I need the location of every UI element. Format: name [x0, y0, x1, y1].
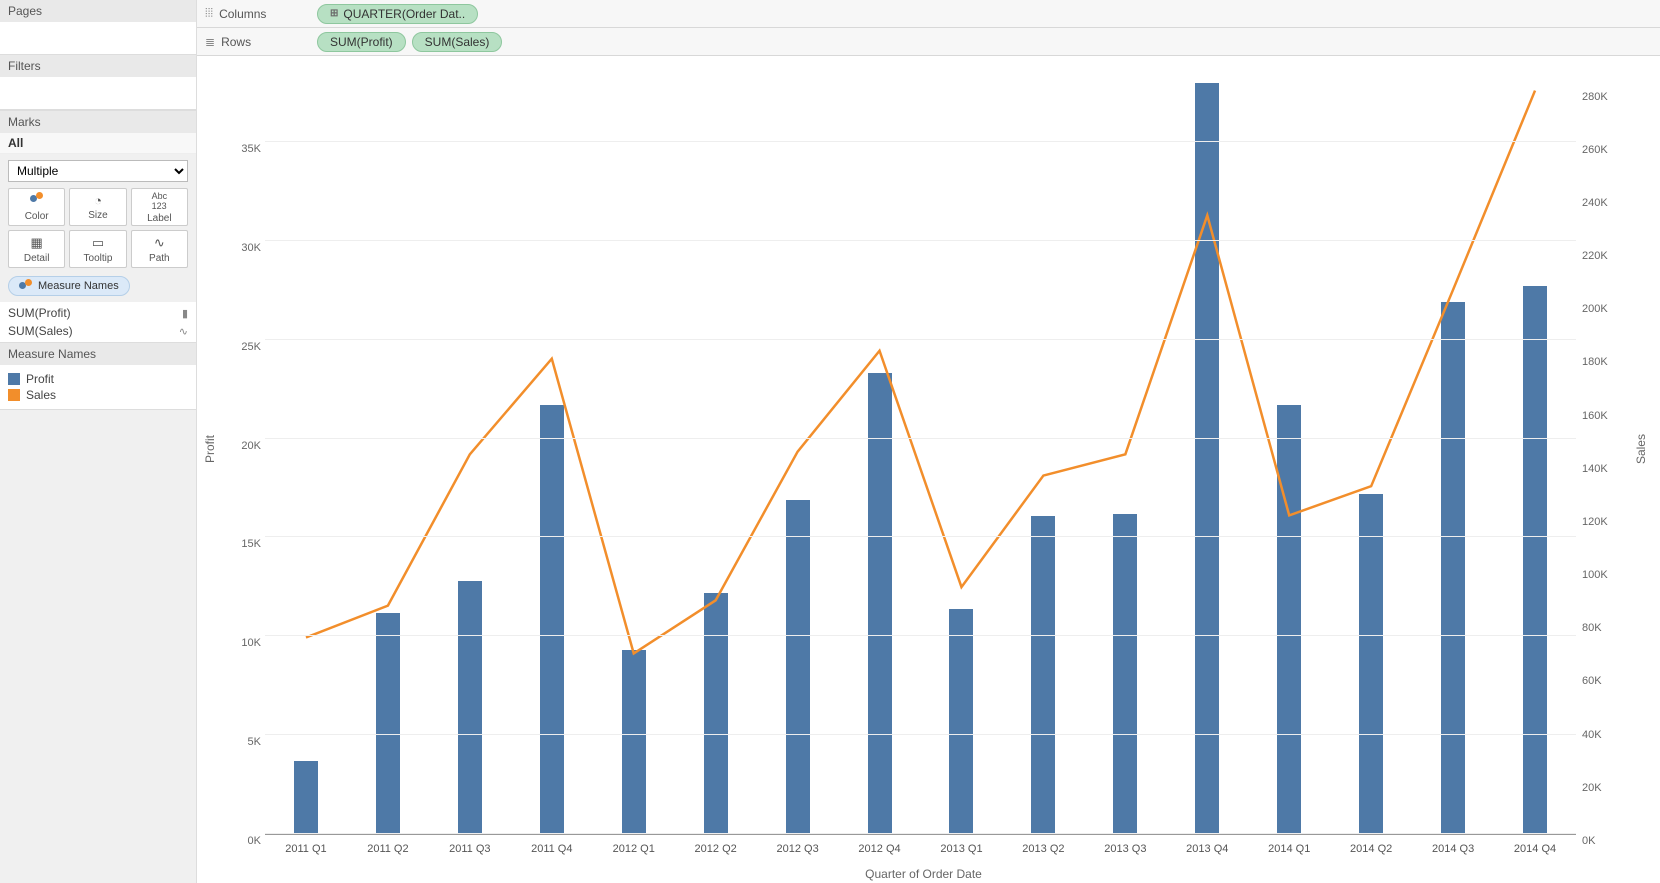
- bar-icon: ▮: [182, 307, 188, 320]
- y-right-tick: 140K: [1582, 463, 1608, 475]
- columns-icon: ⦙⦙⦙: [205, 6, 213, 21]
- x-tick: 2013 Q4: [1186, 843, 1228, 855]
- measure-sales-row[interactable]: SUM(Sales) ∿: [0, 322, 196, 340]
- measure-list: SUM(Profit) ▮ SUM(Sales) ∿: [0, 302, 196, 342]
- y-left-axis-title: Profit: [201, 435, 219, 463]
- line-icon: ∿: [179, 325, 188, 338]
- marks-path-button[interactable]: ∿ Path: [131, 230, 188, 268]
- columns-shelf[interactable]: ⦙⦙⦙ Columns ⊞QUARTER(Order Dat..: [197, 0, 1660, 28]
- marks-size-button[interactable]: ◔ Size: [69, 188, 126, 226]
- x-axis-title: Quarter of Order Date: [865, 867, 982, 881]
- mark-type-select[interactable]: Multiple: [8, 160, 188, 182]
- marks-panel: Marks All Multiple Color ◔ Size Abc123 L…: [0, 110, 196, 343]
- legend-panel: Measure Names Profit Sales: [0, 343, 196, 410]
- y-left-tick: 20K: [241, 440, 261, 452]
- size-icon: ◔: [94, 193, 102, 208]
- y-left-tick: 10K: [241, 637, 261, 649]
- x-tick: 2014 Q4: [1514, 843, 1556, 855]
- shelf-pill[interactable]: ⊞QUARTER(Order Dat..: [317, 4, 478, 24]
- y-right-tick: 160K: [1582, 410, 1608, 422]
- chart-container: Profit 0K5K10K15K20K25K30K35K 0K20K40K60…: [197, 56, 1660, 839]
- y-left-tick: 25K: [241, 341, 261, 353]
- x-tick: 2012 Q4: [858, 843, 900, 855]
- y-right-tick: 200K: [1582, 303, 1608, 315]
- x-tick: 2014 Q2: [1350, 843, 1392, 855]
- x-tick: 2012 Q1: [613, 843, 655, 855]
- y-right-axis: 0K20K40K60K80K100K120K140K160K180K200K22…: [1576, 64, 1632, 835]
- x-tick: 2014 Q3: [1432, 843, 1474, 855]
- filters-body[interactable]: [0, 77, 196, 109]
- legend-swatch-profit: [8, 373, 20, 385]
- x-axis: Quarter of Order Date 2011 Q1 2011 Q2 2011…: [247, 839, 1600, 883]
- y-right-tick: 280K: [1582, 91, 1608, 103]
- palette-icon: [19, 279, 33, 293]
- x-tick: 2011 Q2: [367, 843, 408, 855]
- y-left-tick: 30K: [241, 242, 261, 254]
- filters-panel: Filters: [0, 55, 196, 110]
- label-icon: Abc123: [152, 191, 168, 211]
- x-tick: 2013 Q1: [940, 843, 982, 855]
- y-right-tick: 100K: [1582, 569, 1608, 581]
- marks-header: Marks: [0, 110, 196, 133]
- marks-tooltip-button[interactable]: ▭ Tooltip: [69, 230, 126, 268]
- sales-line[interactable]: [306, 91, 1535, 654]
- legend-item-profit[interactable]: Profit: [8, 371, 188, 387]
- marks-detail-button[interactable]: ▦ Detail: [8, 230, 65, 268]
- x-tick: 2012 Q3: [776, 843, 818, 855]
- x-tick: 2013 Q2: [1022, 843, 1064, 855]
- y-right-tick: 220K: [1582, 250, 1608, 262]
- y-right-tick: 80K: [1582, 622, 1602, 634]
- expand-icon: ⊞: [330, 8, 338, 19]
- y-left-tick: 5K: [248, 736, 261, 748]
- y-right-tick: 120K: [1582, 516, 1608, 528]
- x-tick: 2014 Q1: [1268, 843, 1310, 855]
- measure-profit-row[interactable]: SUM(Profit) ▮: [0, 304, 196, 322]
- filters-header: Filters: [0, 55, 196, 77]
- y-left-tick: 35K: [241, 143, 261, 155]
- y-right-tick: 20K: [1582, 782, 1602, 794]
- main-area: ⦙⦙⦙ Columns ⊞QUARTER(Order Dat.. ≣ Rows …: [197, 0, 1660, 883]
- y-right-axis-title: Sales: [1632, 434, 1650, 464]
- legend-header: Measure Names: [0, 343, 196, 365]
- tooltip-icon: ▭: [92, 235, 104, 251]
- y-right-tick: 60K: [1582, 675, 1602, 687]
- y-right-tick: 180K: [1582, 356, 1608, 368]
- x-tick: 2011 Q3: [449, 843, 490, 855]
- marks-label-button[interactable]: Abc123 Label: [131, 188, 188, 226]
- y-left-axis: 0K5K10K15K20K25K30K35K: [219, 64, 265, 835]
- pages-panel: Pages: [0, 0, 196, 55]
- x-tick: 2011 Q4: [531, 843, 572, 855]
- path-icon: ∿: [154, 235, 165, 251]
- shelf-pill[interactable]: SUM(Profit): [317, 32, 406, 52]
- x-tick: 2013 Q3: [1104, 843, 1146, 855]
- mark-buttons-grid: Color ◔ Size Abc123 Label ▦ Detail ▭ Too…: [0, 188, 196, 276]
- chart-plot-area[interactable]: [265, 64, 1576, 835]
- marks-color-button[interactable]: Color: [8, 188, 65, 226]
- y-left-tick: 15K: [241, 538, 261, 550]
- marks-all-label[interactable]: All: [0, 133, 196, 154]
- rows-icon: ≣: [205, 35, 215, 49]
- shelf-pill[interactable]: SUM(Sales): [412, 32, 503, 52]
- sidebar: Pages Filters Marks All Multiple Color ◔…: [0, 0, 197, 883]
- x-tick: 2012 Q2: [695, 843, 737, 855]
- x-tick: 2011 Q1: [285, 843, 326, 855]
- y-right-tick: 40K: [1582, 729, 1602, 741]
- pages-header: Pages: [0, 0, 196, 22]
- measure-names-pill[interactable]: Measure Names: [8, 276, 130, 296]
- pages-body[interactable]: [0, 22, 196, 54]
- y-right-tick: 240K: [1582, 197, 1608, 209]
- detail-icon: ▦: [31, 235, 43, 251]
- palette-icon: [30, 192, 44, 209]
- rows-shelf[interactable]: ≣ Rows SUM(Profit)SUM(Sales): [197, 28, 1660, 56]
- legend-swatch-sales: [8, 389, 20, 401]
- y-right-tick: 260K: [1582, 144, 1608, 156]
- legend-item-sales[interactable]: Sales: [8, 387, 188, 403]
